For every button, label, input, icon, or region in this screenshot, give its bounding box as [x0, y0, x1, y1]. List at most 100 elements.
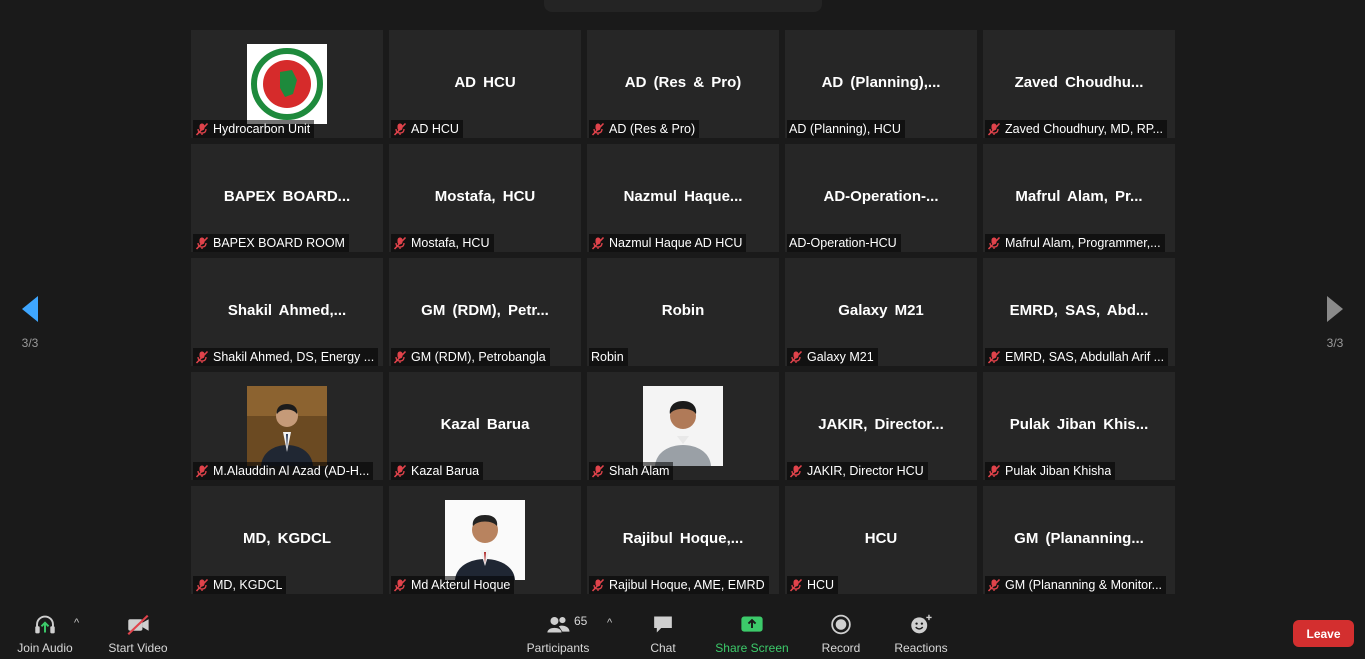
participant-tile[interactable]: HCU HCU	[785, 486, 977, 594]
participant-tile[interactable]: Mostafa, HCU Mostafa, HCU	[389, 144, 581, 252]
participant-name: AD-Operation-HCU	[789, 236, 897, 250]
gallery-grid: Hydrocarbon Unit AD HCU AD HCU AD (Res & Pr…	[191, 30, 1175, 594]
participant-tile[interactable]: Shakil Ahmed,... Shakil Ahmed, DS, Energy…	[191, 258, 383, 366]
mic-muted-icon	[591, 236, 605, 250]
participant-tile[interactable]: JAKIR, Director... JAKIR, Director HCU	[785, 372, 977, 480]
record-icon	[831, 614, 851, 635]
participant-tile[interactable]: Galaxy M21 Galaxy M21	[785, 258, 977, 366]
participant-logo	[247, 44, 327, 124]
participant-tile[interactable]: EMRD, SAS, Abd... EMRD, SAS, Abdullah Ari…	[983, 258, 1175, 366]
participant-name-tag: HCU	[787, 576, 839, 594]
participant-display-title: Nazmul Haque...	[623, 188, 743, 205]
participant-display-title: JAKIR, Director...	[818, 416, 944, 433]
participant-name-tag: EMRD, SAS, Abdullah Arif ...	[985, 348, 1169, 366]
prev-page-button[interactable]: 3/3	[2, 268, 58, 364]
mic-muted-icon	[789, 464, 803, 478]
mic-muted-icon	[591, 464, 605, 478]
participant-tile[interactable]: BAPEX BOARD... BAPEX BOARD ROOM	[191, 144, 383, 252]
participant-name: AD (Planning), HCU	[789, 122, 901, 136]
participant-tile[interactable]: Kazal Barua Kazal Barua	[389, 372, 581, 480]
participants-icon	[547, 616, 570, 633]
participant-tile[interactable]: Shah Alam	[587, 372, 779, 480]
participant-name-tag: Md Akterul Hoque	[391, 576, 515, 594]
participant-tile[interactable]: GM (Plananning... GM (Plananning & Monito…	[983, 486, 1175, 594]
participant-display-title: EMRD, SAS, Abd...	[1009, 302, 1149, 319]
next-page-button[interactable]: 3/3	[1307, 268, 1363, 364]
participant-name-tag: Hydrocarbon Unit	[193, 120, 315, 138]
start-video-label: Start Video	[108, 641, 168, 655]
participant-tile[interactable]: Robin Robin	[587, 258, 779, 366]
share-screen-label: Share Screen	[715, 641, 789, 655]
participant-tile[interactable]: Hydrocarbon Unit	[191, 30, 383, 138]
leave-button[interactable]: Leave	[1293, 620, 1354, 647]
participant-tile[interactable]: M.Alauddin Al Azad (AD-H...	[191, 372, 383, 480]
join-audio-button[interactable]: Join Audio	[10, 607, 80, 655]
participant-tile[interactable]: AD (Res & Pro) AD (Res & Pro)	[587, 30, 779, 138]
participant-tile[interactable]: Zaved Choudhu... Zaved Choudhury, MD, RP.…	[983, 30, 1175, 138]
share-screen-icon	[741, 616, 763, 632]
participant-name-tag: Zaved Choudhury, MD, RP...	[985, 120, 1167, 138]
reactions-button[interactable]: Reactions	[890, 607, 952, 655]
participant-name-tag: Shah Alam	[589, 462, 674, 480]
participant-display-title: BAPEX BOARD...	[223, 188, 351, 205]
share-screen-button[interactable]: Share Screen	[712, 607, 792, 655]
participant-name: EMRD, SAS, Abdullah Arif ...	[1005, 350, 1165, 364]
chat-icon	[654, 616, 672, 633]
participant-name-tag: Mafrul Alam, Programmer,...	[985, 234, 1165, 252]
participant-name: Mafrul Alam, Programmer,...	[1005, 236, 1161, 250]
participant-avatar	[445, 500, 525, 580]
participant-display-title: MD, KGDCL	[243, 530, 331, 547]
participants-options-caret-icon[interactable]: ^	[607, 617, 612, 629]
participant-name-tag: Shakil Ahmed, DS, Energy ...	[193, 348, 379, 366]
participant-name-tag: AD (Res & Pro)	[589, 120, 700, 138]
mic-muted-icon	[393, 578, 407, 592]
participant-display-title: HCU	[864, 530, 898, 547]
participant-name: M.Alauddin Al Azad (AD-H...	[213, 464, 370, 478]
participant-tile[interactable]: Mafrul Alam, Pr... Mafrul Alam, Programme…	[983, 144, 1175, 252]
participant-tile[interactable]: AD (Planning),... AD (Planning), HCU	[785, 30, 977, 138]
participant-name-tag: Kazal Barua	[391, 462, 484, 480]
participant-name-tag: GM (RDM), Petrobangla	[391, 348, 550, 366]
participant-name: Pulak Jiban Khisha	[1005, 464, 1112, 478]
participant-name-tag: Galaxy M21	[787, 348, 878, 366]
mic-muted-icon	[195, 236, 209, 250]
participant-name: Galaxy M21	[807, 350, 874, 364]
participant-display-title: GM (Plananning...	[1014, 530, 1144, 547]
mic-muted-icon	[987, 578, 1001, 592]
mic-muted-icon	[789, 578, 803, 592]
participant-display-title: GM (RDM), Petr...	[421, 302, 549, 319]
mic-muted-icon	[789, 350, 803, 364]
participant-name: GM (RDM), Petrobangla	[411, 350, 546, 364]
meeting-toolbar: Join Audio ^ Start Video Participants 65…	[0, 603, 1365, 659]
participant-tile[interactable]: Nazmul Haque... Nazmul Haque AD HCU	[587, 144, 779, 252]
participant-tile[interactable]: AD HCU AD HCU	[389, 30, 581, 138]
participant-tile[interactable]: Pulak Jiban Khis... Pulak Jiban Khisha	[983, 372, 1175, 480]
participant-name: BAPEX BOARD ROOM	[213, 236, 345, 250]
record-label: Record	[821, 641, 861, 655]
participant-name-tag: Mostafa, HCU	[391, 234, 494, 252]
mic-muted-icon	[987, 464, 1001, 478]
chat-button[interactable]: Chat	[638, 607, 688, 655]
participant-name-tag: BAPEX BOARD ROOM	[193, 234, 349, 252]
start-video-button[interactable]: Start Video	[104, 607, 172, 655]
participant-name: Mostafa, HCU	[411, 236, 490, 250]
participant-tile[interactable]: Md Akterul Hoque	[389, 486, 581, 594]
chat-label: Chat	[650, 641, 676, 655]
mic-muted-icon	[987, 350, 1001, 364]
mic-muted-icon	[591, 122, 605, 136]
participant-tile[interactable]: AD-Operation-... AD-Operation-HCU	[785, 144, 977, 252]
record-button[interactable]: Record	[814, 607, 868, 655]
mic-muted-icon	[195, 464, 209, 478]
participant-name: Shah Alam	[609, 464, 670, 478]
participant-name-tag: GM (Plananning & Monitor...	[985, 576, 1167, 594]
participant-display-title: Galaxy M21	[838, 302, 924, 319]
participant-name: Rajibul Hoque, AME, EMRD	[609, 578, 765, 592]
participant-tile[interactable]: GM (RDM), Petr... GM (RDM), Petrobangla	[389, 258, 581, 366]
participant-display-title: Robin	[661, 302, 705, 319]
join-audio-label: Join Audio	[17, 641, 73, 655]
participant-name-tag: Pulak Jiban Khisha	[985, 462, 1116, 480]
mic-muted-icon	[195, 350, 209, 364]
participant-tile[interactable]: Rajibul Hoque,... Rajibul Hoque, AME, EMR…	[587, 486, 779, 594]
participant-tile[interactable]: MD, KGDCL MD, KGDCL	[191, 486, 383, 594]
audio-options-caret-icon[interactable]: ^	[74, 617, 79, 629]
